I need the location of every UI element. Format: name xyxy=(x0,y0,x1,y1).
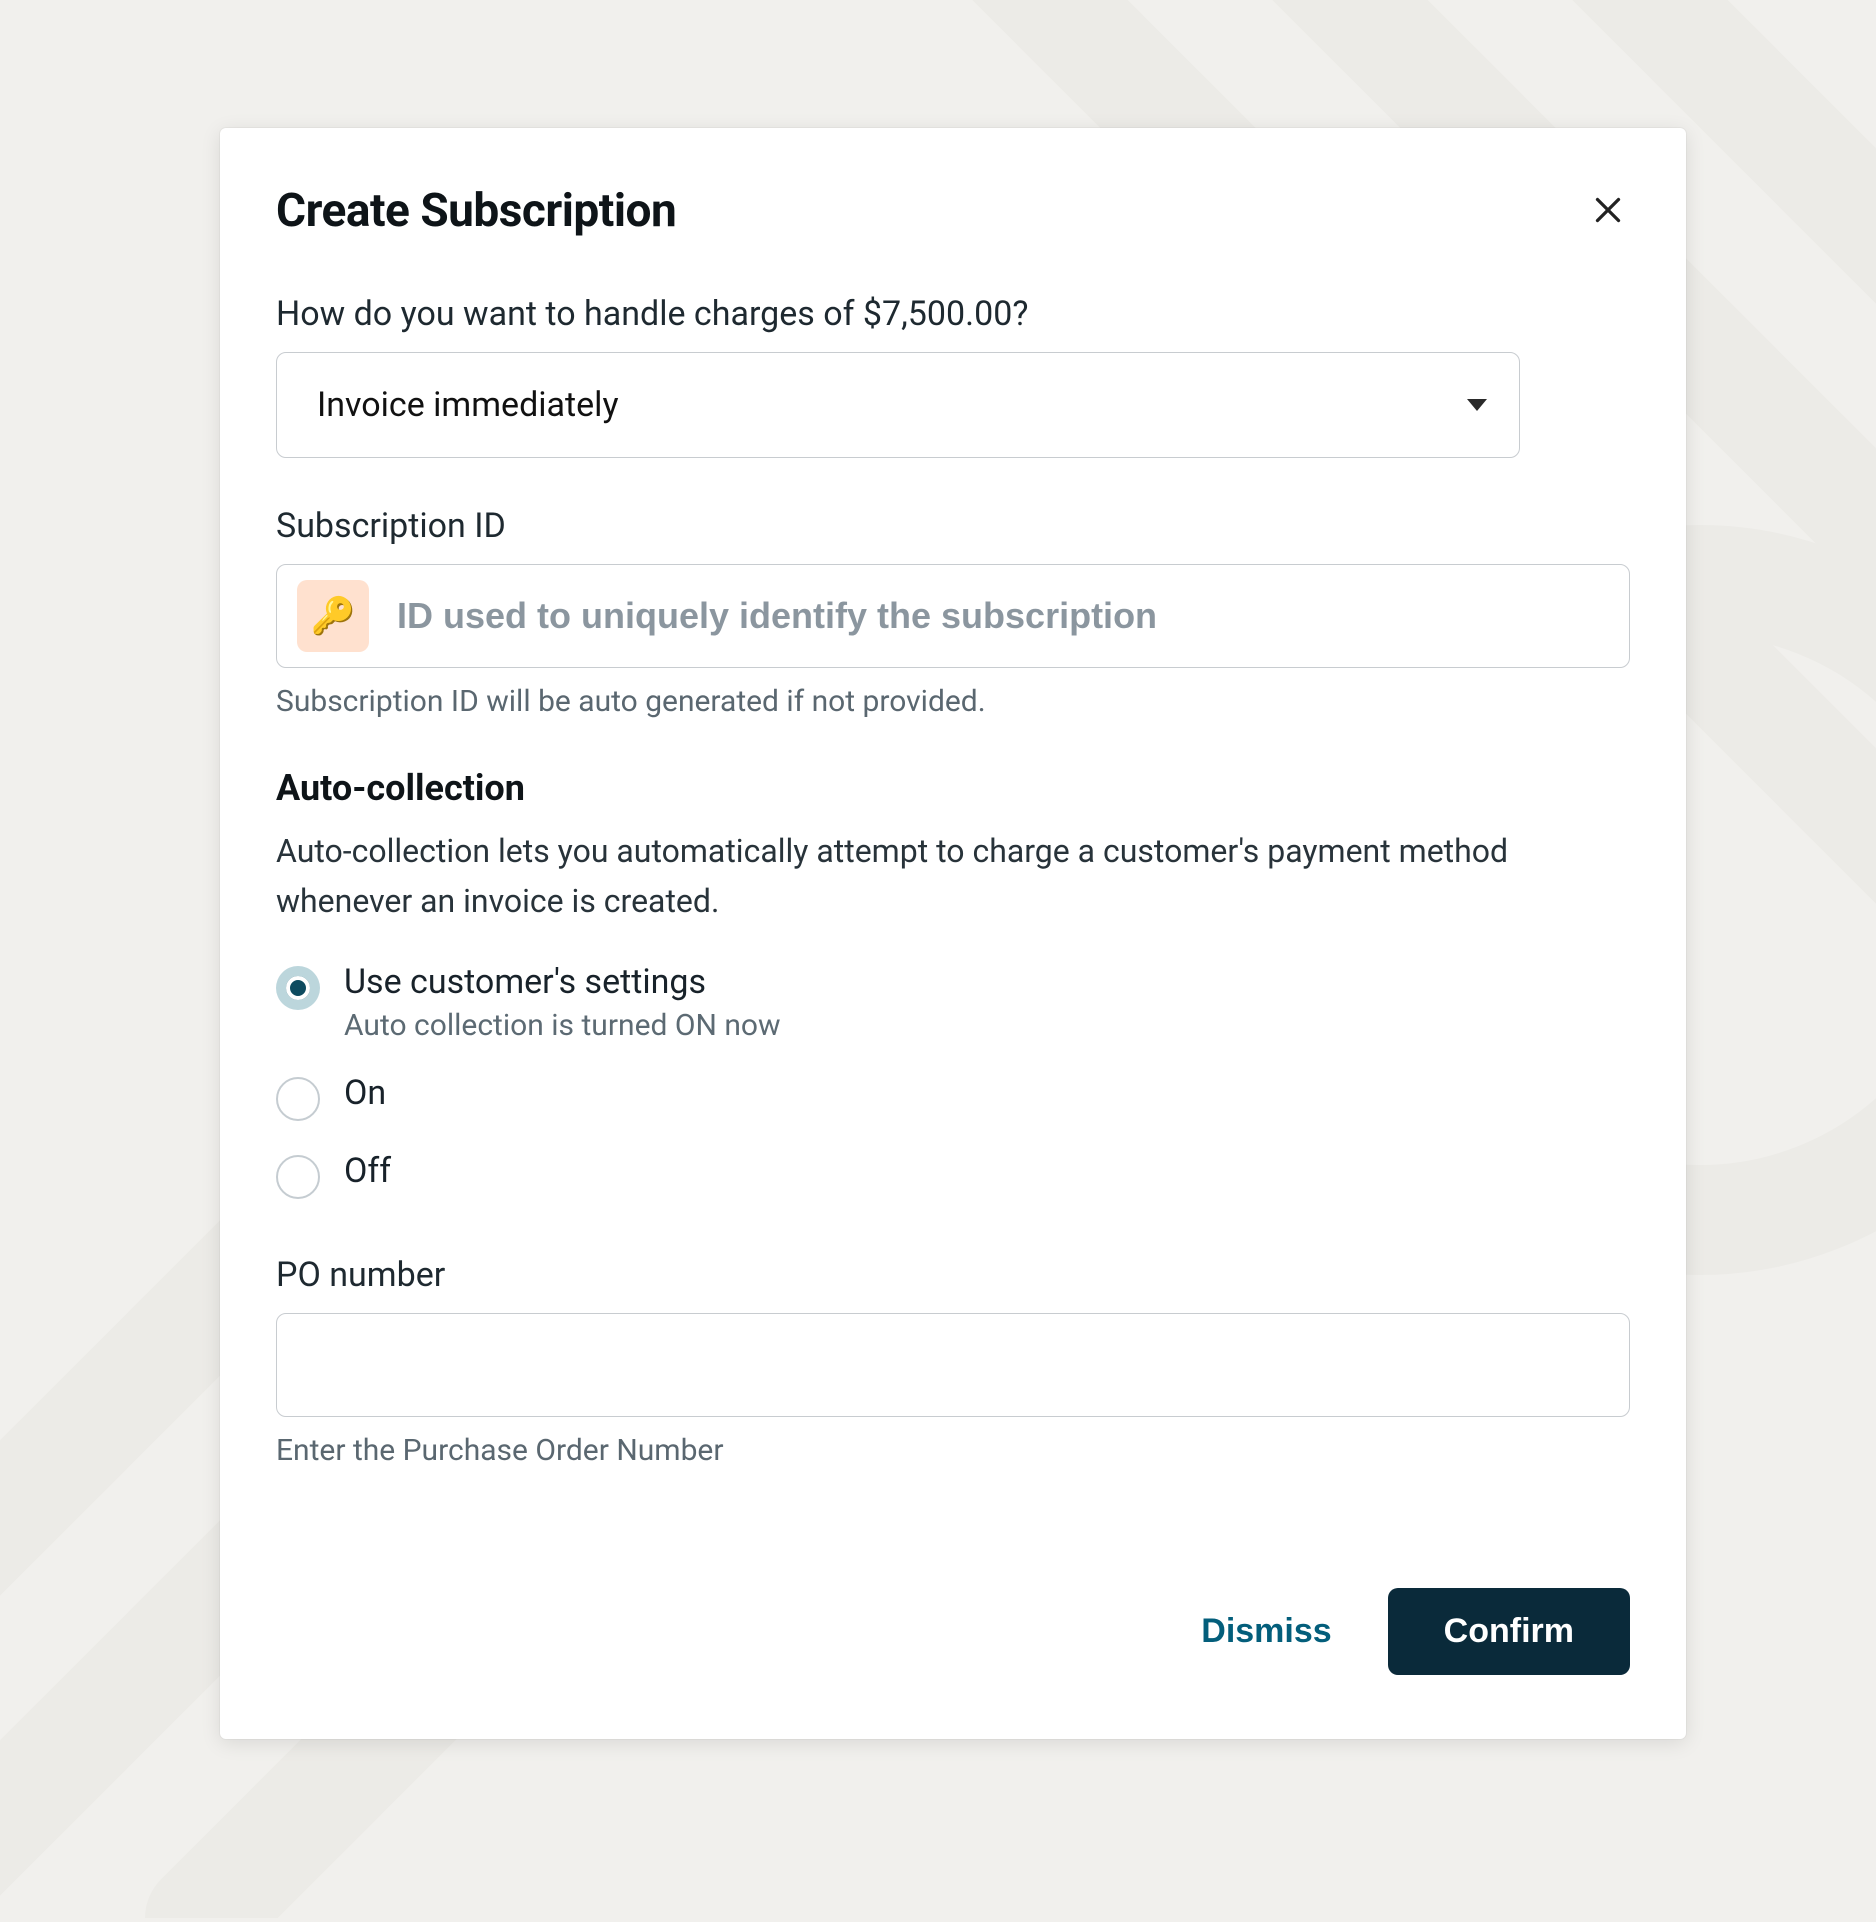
auto-collection-description: Auto-collection lets you automatically a… xyxy=(276,827,1630,926)
key-icon: 🔑 xyxy=(297,580,369,652)
close-icon xyxy=(1590,192,1626,231)
charges-field: How do you want to handle charges of $7,… xyxy=(276,294,1630,458)
radio-sublabel: Auto collection is turned ON now xyxy=(344,1008,781,1043)
chevron-down-icon xyxy=(1467,399,1487,411)
radio-unselected-icon xyxy=(276,1077,320,1121)
subscription-id-helper: Subscription ID will be auto generated i… xyxy=(276,684,1630,719)
radio-selected-icon xyxy=(276,966,320,1010)
charges-select[interactable]: Invoice immediately xyxy=(276,352,1520,458)
auto-collection-option-customer-settings[interactable]: Use customer's settings Auto collection … xyxy=(276,962,1630,1043)
radio-label: Use customer's settings xyxy=(344,962,781,1002)
auto-collection-title: Auto-collection xyxy=(276,767,1630,809)
auto-collection-section: Auto-collection Auto-collection lets you… xyxy=(276,767,1630,1199)
subscription-id-input-wrapper: 🔑 xyxy=(276,564,1630,668)
dialog-footer: Dismiss Confirm xyxy=(276,1588,1630,1675)
po-number-helper: Enter the Purchase Order Number xyxy=(276,1433,1630,1468)
auto-collection-option-off[interactable]: Off xyxy=(276,1151,1630,1199)
auto-collection-option-on[interactable]: On xyxy=(276,1073,1630,1121)
radio-label: Off xyxy=(344,1151,391,1191)
dismiss-button[interactable]: Dismiss xyxy=(1201,1612,1331,1651)
dialog-header: Create Subscription xyxy=(276,184,1630,238)
confirm-button[interactable]: Confirm xyxy=(1388,1588,1630,1675)
dialog-title: Create Subscription xyxy=(276,184,676,238)
subscription-id-field: Subscription ID 🔑 Subscription ID will b… xyxy=(276,506,1630,719)
subscription-id-label: Subscription ID xyxy=(276,506,1630,546)
po-number-input[interactable] xyxy=(276,1313,1630,1417)
close-button[interactable] xyxy=(1586,189,1630,233)
po-number-field: PO number Enter the Purchase Order Numbe… xyxy=(276,1255,1630,1468)
radio-unselected-icon xyxy=(276,1155,320,1199)
radio-label: On xyxy=(344,1073,386,1113)
charges-label: How do you want to handle charges of $7,… xyxy=(276,294,1630,334)
charges-select-value: Invoice immediately xyxy=(317,385,619,425)
auto-collection-options: Use customer's settings Auto collection … xyxy=(276,962,1630,1199)
po-number-label: PO number xyxy=(276,1255,1630,1295)
subscription-id-input[interactable] xyxy=(397,595,1609,637)
create-subscription-dialog: Create Subscription How do you want to h… xyxy=(220,128,1686,1739)
